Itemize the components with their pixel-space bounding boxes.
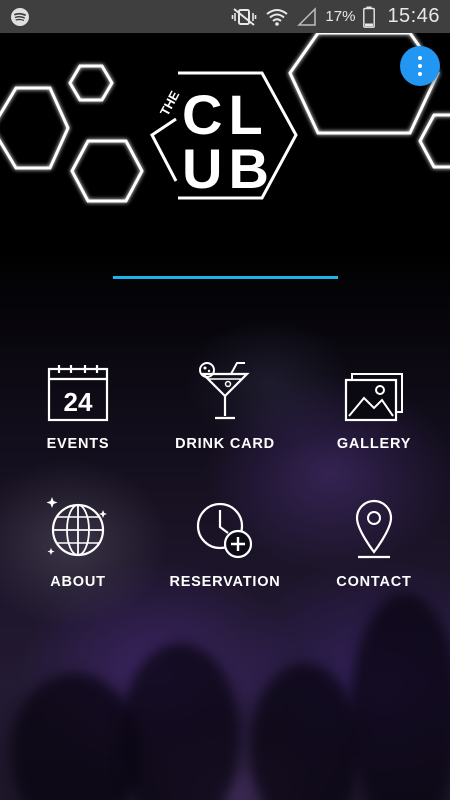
hexagon-small [68,64,114,102]
wifi-icon [265,7,289,27]
calendar-icon: 24 [47,365,109,422]
gallery-icon [344,373,403,422]
clock: 15:46 [387,5,440,27]
logo-the: THE [157,88,183,118]
cocktail-icon [199,362,250,420]
globe-icon [46,497,107,557]
menu-item-reservation[interactable]: RESERVATION [155,494,295,590]
logo-frame-left [150,117,178,182]
hexagon-bottom [70,139,144,203]
battery-percent: 17% [325,8,356,25]
status-bar: 17% 15:46 [0,0,450,33]
clock-plus-icon [196,502,253,559]
menu-item-label: GALLERY [336,436,412,452]
signal-icon [297,6,317,27]
menu-item-about[interactable]: ABOUT [8,494,148,590]
logo-line2: UB [182,137,275,200]
menu-item-label: CONTACT [336,574,412,590]
menu-item-label: DRINK CARD [175,436,275,452]
spotify-icon [10,7,30,27]
menu-item-label: EVENTS [46,436,110,452]
header-logo-art: THE CL UB [0,33,450,203]
calendar-day: 24 [64,387,93,417]
location-pin-icon [355,499,393,559]
menu-item-contact[interactable]: CONTACT [304,494,444,590]
menu-item-drink-card[interactable]: DRINK CARD [155,356,295,452]
menu-item-label: RESERVATION [169,574,281,590]
menu-item-gallery[interactable]: GALLERY [304,356,444,452]
hexagon-left [0,86,70,170]
mute-vibrate-icon [231,7,257,27]
accent-divider [113,276,338,279]
menu-item-events[interactable]: 24 EVENTS [8,356,148,452]
menu-item-label: ABOUT [50,574,106,590]
overflow-menu-button[interactable] [400,46,440,86]
battery-icon [363,6,376,28]
more-vert-icon [418,54,422,78]
hexagon-right-edge [418,113,450,169]
